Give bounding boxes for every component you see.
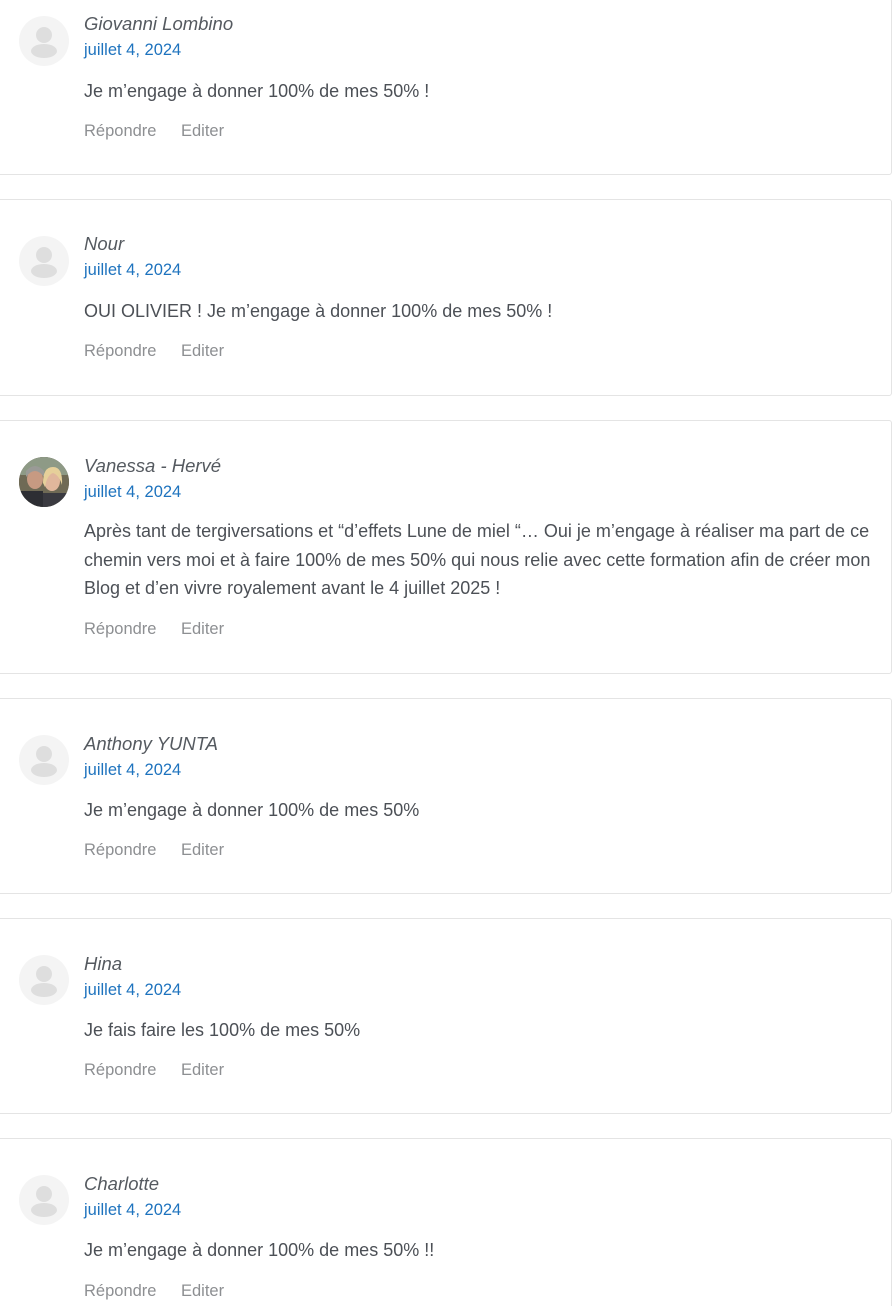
default-avatar-icon bbox=[19, 1175, 69, 1225]
edit-link[interactable]: Editer bbox=[181, 841, 224, 860]
comment-card: Charlotte juillet 4, 2024 Je m’engage à … bbox=[0, 1138, 892, 1306]
reply-link[interactable]: Répondre bbox=[84, 342, 156, 361]
comment-text: Je m’engage à donner 100% de mes 50% ! bbox=[84, 81, 430, 101]
comment-card: Anthony YUNTA juillet 4, 2024 Je m’engag… bbox=[0, 698, 892, 894]
comment-date-link[interactable]: juillet 4, 2024 bbox=[84, 761, 181, 780]
comment-date-link[interactable]: juillet 4, 2024 bbox=[84, 981, 181, 1000]
comment-author: Charlotte bbox=[84, 1173, 160, 1194]
reply-link[interactable]: Répondre bbox=[84, 122, 156, 141]
comment-date-link[interactable]: juillet 4, 2024 bbox=[84, 1201, 181, 1220]
comment-card: Giovanni Lombino juillet 4, 2024 Je m’en… bbox=[0, 0, 892, 175]
edit-link[interactable]: Editer bbox=[181, 342, 224, 361]
comment-list: Giovanni Lombino juillet 4, 2024 Je m’en… bbox=[0, 0, 895, 1306]
edit-link[interactable]: Editer bbox=[181, 620, 224, 639]
comment-card: Hina juillet 4, 2024 Je fais faire les 1… bbox=[0, 918, 892, 1114]
default-avatar-icon bbox=[19, 735, 69, 785]
comment-author: Giovanni Lombino bbox=[84, 13, 234, 34]
comment-text: Après tant de tergiversations et “d’effe… bbox=[84, 521, 871, 598]
reply-link[interactable]: Répondre bbox=[84, 1282, 156, 1301]
comment-author: Anthony YUNTA bbox=[84, 733, 219, 754]
default-avatar-icon bbox=[19, 236, 69, 286]
comment-text: OUI OLIVIER ! Je m’engage à donner 100% … bbox=[84, 301, 553, 321]
reply-link[interactable]: Répondre bbox=[84, 1061, 156, 1080]
comment-author: Nour bbox=[84, 233, 125, 254]
comment-text: Je m’engage à donner 100% de mes 50% bbox=[84, 800, 420, 820]
edit-link[interactable]: Editer bbox=[181, 1061, 224, 1080]
comment-card: Vanessa - Hervé juillet 4, 2024 Après ta… bbox=[0, 420, 892, 674]
comment-author: Hina bbox=[84, 953, 123, 974]
comment-date-link[interactable]: juillet 4, 2024 bbox=[84, 261, 181, 280]
reply-link[interactable]: Répondre bbox=[84, 841, 156, 860]
comment-author: Vanessa - Hervé bbox=[84, 455, 222, 476]
comment-date-link[interactable]: juillet 4, 2024 bbox=[84, 483, 181, 502]
edit-link[interactable]: Editer bbox=[181, 122, 224, 141]
default-avatar-icon bbox=[19, 955, 69, 1005]
comment-text: Je fais faire les 100% de mes 50% bbox=[84, 1020, 361, 1040]
comment-card: Nour juillet 4, 2024 OUI OLIVIER ! Je m’… bbox=[0, 199, 892, 396]
comment-text: Je m’engage à donner 100% de mes 50% !! bbox=[84, 1240, 435, 1260]
default-avatar-icon bbox=[19, 16, 69, 66]
photo-avatar bbox=[19, 457, 69, 507]
edit-link[interactable]: Editer bbox=[181, 1282, 224, 1301]
comment-date-link[interactable]: juillet 4, 2024 bbox=[84, 41, 181, 60]
reply-link[interactable]: Répondre bbox=[84, 620, 156, 639]
